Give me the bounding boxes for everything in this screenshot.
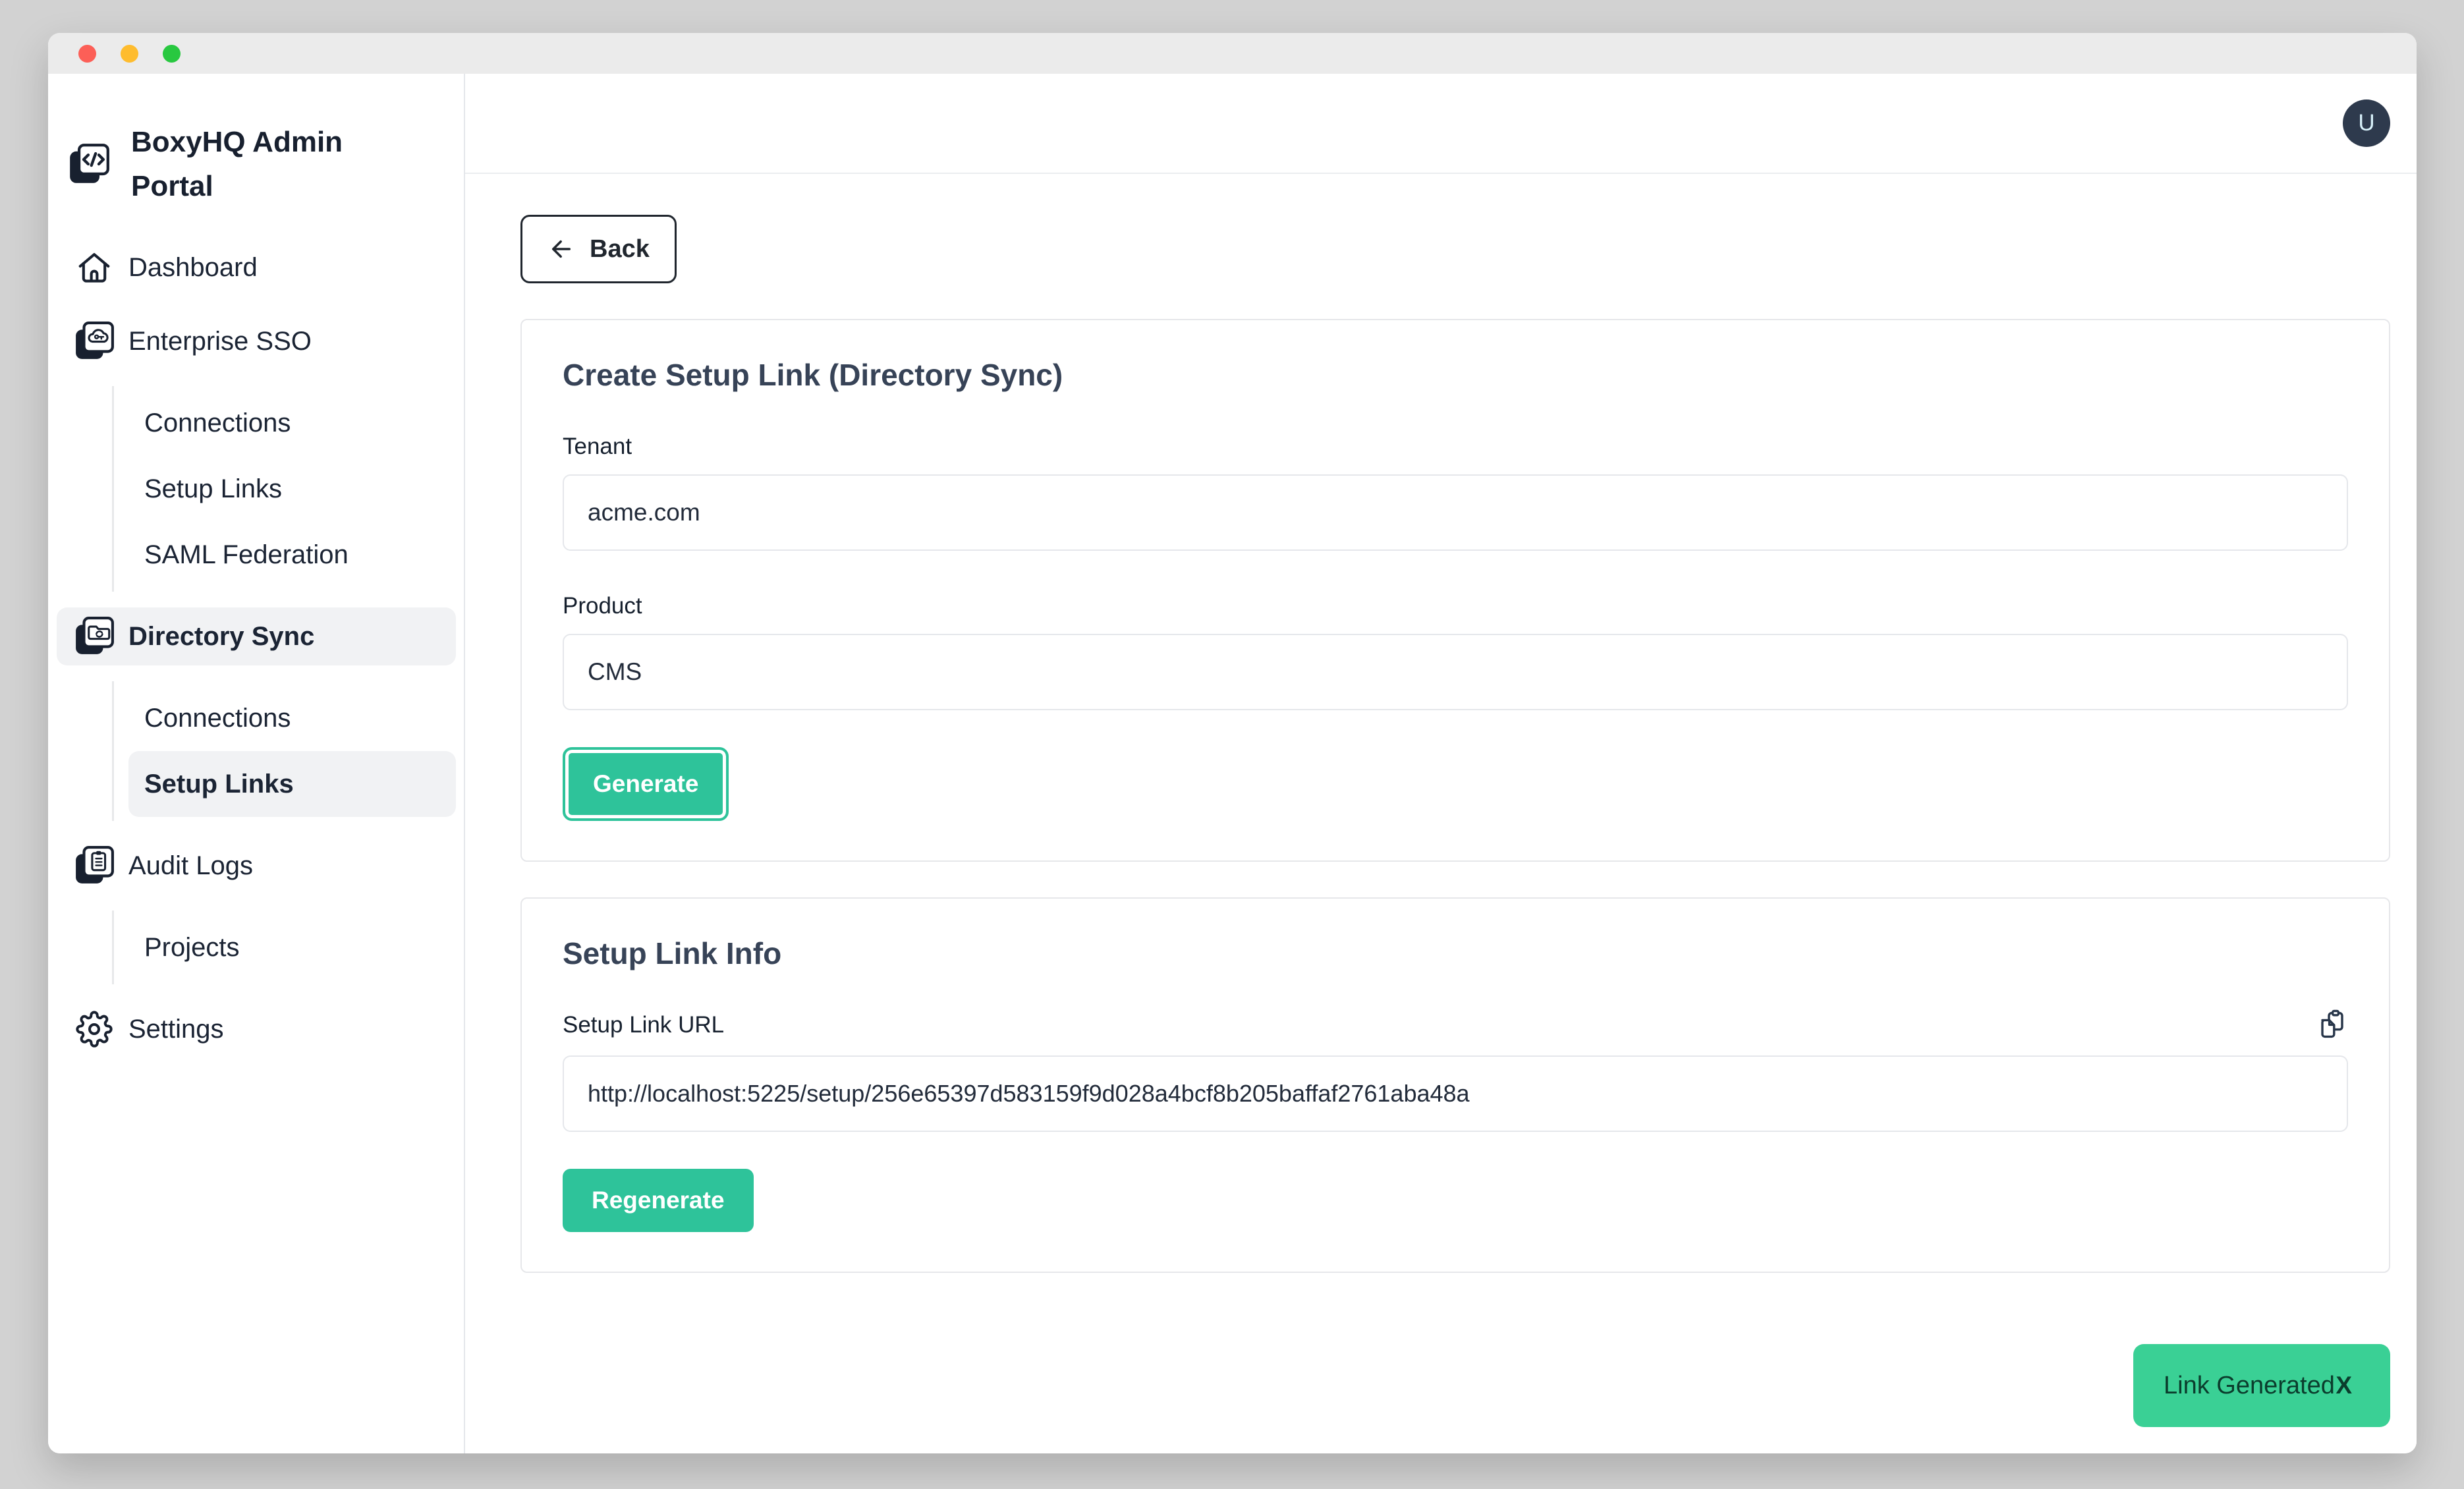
copy-clipboard-icon bbox=[2316, 1009, 2348, 1041]
sidebar-item-label: Settings bbox=[128, 1015, 224, 1044]
sidebar-subitem-dsync-setup-links[interactable]: Setup Links bbox=[128, 751, 456, 817]
sso-cloud-keycap-icon bbox=[73, 320, 115, 362]
sub-item-label: Setup Links bbox=[144, 474, 282, 504]
setup-link-url-row: Setup Link URL bbox=[563, 1009, 2348, 1041]
sidebar-nav: Dashboard Enterprise SSO bbox=[48, 239, 464, 1058]
sidebar-item-directory-sync[interactable]: Directory Sync bbox=[57, 607, 456, 665]
setup-link-url-label: Setup Link URL bbox=[563, 1012, 724, 1038]
audit-clipboard-keycap-icon bbox=[73, 845, 115, 887]
card-title: Create Setup Link (Directory Sync) bbox=[563, 357, 2348, 393]
sidebar-item-label: Enterprise SSO bbox=[128, 327, 312, 356]
sub-item-label: Setup Links bbox=[144, 770, 294, 799]
window-titlebar bbox=[48, 33, 2417, 74]
setup-link-info-card: Setup Link Info Setup Link URL bbox=[520, 897, 2390, 1273]
create-setup-link-card: Create Setup Link (Directory Sync) Tenan… bbox=[520, 319, 2390, 862]
sidebar-item-label: Directory Sync bbox=[128, 622, 314, 652]
window-close-button[interactable] bbox=[78, 45, 96, 63]
top-header: U bbox=[465, 74, 2417, 174]
sidebar-item-enterprise-sso[interactable]: Enterprise SSO bbox=[57, 312, 456, 370]
directory-sync-subnav: Connections Setup Links bbox=[112, 681, 456, 821]
brand-name: BoxyHQ Admin Portal bbox=[131, 120, 355, 208]
product-label: Product bbox=[563, 593, 2348, 619]
generate-button[interactable]: Generate bbox=[563, 747, 729, 821]
link-generated-toast: Link Generated X bbox=[2133, 1344, 2390, 1427]
sidebar-item-dashboard[interactable]: Dashboard bbox=[57, 239, 456, 296]
copy-to-clipboard-button[interactable] bbox=[2316, 1009, 2348, 1041]
sidebar-item-audit-logs[interactable]: Audit Logs bbox=[57, 837, 456, 895]
tenant-field-group: Tenant bbox=[563, 434, 2348, 551]
tenant-label: Tenant bbox=[563, 434, 2348, 460]
sidebar: BoxyHQ Admin Portal Dashboard bbox=[48, 74, 465, 1453]
sub-item-label: SAML Federation bbox=[144, 540, 349, 570]
sub-item-label: Projects bbox=[144, 933, 240, 963]
directory-folder-keycap-icon bbox=[73, 615, 115, 658]
enterprise-sso-subnav: Connections Setup Links SAML Federation bbox=[112, 386, 456, 592]
arrow-left-icon bbox=[547, 235, 575, 263]
regenerate-button[interactable]: Regenerate bbox=[563, 1169, 754, 1232]
sub-item-label: Connections bbox=[144, 704, 291, 733]
brand-logo-link[interactable]: BoxyHQ Admin Portal bbox=[68, 120, 464, 208]
window-zoom-button[interactable] bbox=[163, 45, 181, 63]
gear-icon bbox=[73, 1008, 115, 1050]
setup-link-url-input[interactable] bbox=[563, 1055, 2348, 1132]
sidebar-subitem-sso-setup-links[interactable]: Setup Links bbox=[114, 456, 456, 522]
boxyhq-code-keycap-icon bbox=[68, 143, 110, 185]
page-body: Back Create Setup Link (Directory Sync) … bbox=[465, 174, 2417, 1273]
sidebar-item-label: Audit Logs bbox=[128, 851, 253, 881]
back-button-label: Back bbox=[590, 235, 650, 264]
back-button[interactable]: Back bbox=[520, 215, 677, 283]
sidebar-item-settings[interactable]: Settings bbox=[57, 1000, 456, 1058]
sub-item-label: Connections bbox=[144, 408, 291, 438]
toast-message: Link Generated bbox=[2164, 1372, 2335, 1400]
tenant-input[interactable] bbox=[563, 474, 2348, 551]
setup-link-url-field-group bbox=[563, 1055, 2348, 1132]
product-input[interactable] bbox=[563, 634, 2348, 710]
sidebar-subitem-projects[interactable]: Projects bbox=[114, 914, 456, 980]
app-window: BoxyHQ Admin Portal Dashboard bbox=[48, 33, 2417, 1453]
product-field-group: Product bbox=[563, 593, 2348, 710]
toast-close-button[interactable]: X bbox=[2336, 1372, 2352, 1399]
audit-logs-subnav: Projects bbox=[112, 911, 456, 984]
sidebar-subitem-sso-connections[interactable]: Connections bbox=[114, 390, 456, 456]
sidebar-subitem-dsync-connections[interactable]: Connections bbox=[114, 685, 456, 751]
sidebar-subitem-saml-federation[interactable]: SAML Federation bbox=[114, 522, 456, 588]
card-title: Setup Link Info bbox=[563, 936, 2348, 971]
user-avatar[interactable]: U bbox=[2343, 99, 2390, 147]
window-minimize-button[interactable] bbox=[121, 45, 138, 63]
sidebar-item-label: Dashboard bbox=[128, 253, 258, 283]
home-icon bbox=[73, 246, 115, 289]
